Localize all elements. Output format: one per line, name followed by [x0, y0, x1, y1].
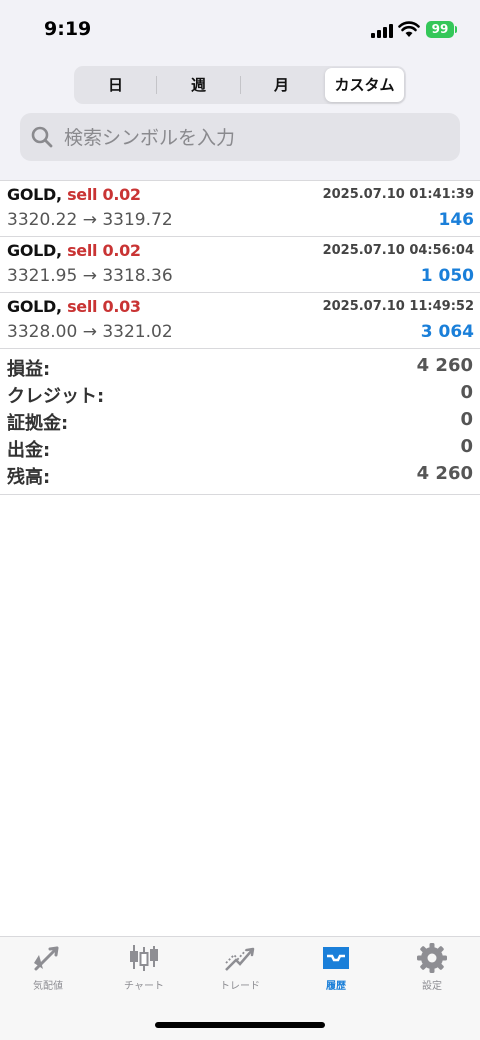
trade-profit: 3 064: [420, 322, 474, 342]
trade-title: GOLD, sell 0.02: [7, 241, 141, 260]
trade-profit: 1 050: [420, 266, 474, 286]
tab-label: チャート: [124, 981, 164, 992]
history-icon: [323, 947, 349, 969]
summary-label: 残高:: [7, 467, 51, 488]
search-icon: [31, 126, 53, 148]
summary-row-deposit: 証拠金: 0: [0, 406, 480, 434]
summary-value: 4 260: [416, 355, 473, 376]
trade-prices: 3320.22 → 3319.72: [7, 210, 173, 230]
trade-icon: [225, 947, 255, 971]
status-bar: 9:19 99: [0, 0, 480, 60]
tab-trade[interactable]: トレード: [192, 943, 288, 1003]
summary-row-credit: クレジット: 0: [0, 379, 480, 407]
battery-tip: [455, 26, 457, 33]
trade-title: GOLD, sell 0.03: [7, 297, 141, 316]
summary-label: 証拠金:: [7, 413, 69, 434]
tab-week[interactable]: 週: [159, 68, 238, 102]
summary-label: 損益:: [7, 359, 51, 380]
summary-value: 4 260: [416, 463, 473, 484]
summary-value: 0: [460, 436, 473, 457]
home-indicator: [155, 1022, 325, 1028]
summary-row-balance: 残高: 4 260: [0, 460, 480, 488]
quotes-icon: [34, 946, 59, 971]
summary-value: 0: [460, 409, 473, 430]
trade-side: sell 0.02: [67, 241, 141, 260]
tab-label: 気配値: [33, 981, 63, 992]
trade-row[interactable]: GOLD, sell 0.02 2025.07.10 04:56:04 3321…: [0, 237, 480, 293]
trade-datetime: 2025.07.10 04:56:04: [322, 243, 474, 258]
summary-label: クレジット:: [7, 386, 105, 407]
trade-prices: 3321.95 → 3318.36: [7, 266, 173, 286]
tab-history[interactable]: 履歴: [288, 943, 384, 1003]
search-bar: [20, 113, 460, 161]
tab-month[interactable]: 月: [242, 68, 321, 102]
top-area: 9:19 99 日 週 月 カスタム: [0, 0, 480, 180]
trade-datetime: 2025.07.10 01:41:39: [322, 187, 474, 202]
trade-title: GOLD, sell 0.02: [7, 185, 141, 204]
battery-icon: 99: [426, 21, 454, 38]
wifi-icon: [398, 21, 420, 37]
period-segmented-control: 日 週 月 カスタム: [74, 66, 406, 104]
segment-divider: [156, 76, 157, 94]
tab-day[interactable]: 日: [76, 68, 155, 102]
summary-row-withdrawal: 出金: 0: [0, 433, 480, 461]
trade-side: sell 0.02: [67, 185, 141, 204]
settings-icon: [417, 943, 447, 973]
trade-row[interactable]: GOLD, sell 0.03 2025.07.10 11:49:52 3328…: [0, 293, 480, 349]
chart-icon: [130, 945, 158, 971]
summary-value: 0: [460, 382, 473, 403]
trade-datetime: 2025.07.10 11:49:52: [322, 299, 474, 314]
tab-settings[interactable]: 設定: [384, 943, 480, 1003]
trade-row[interactable]: GOLD, sell 0.02 2025.07.10 01:41:39 3320…: [0, 181, 480, 237]
summary-row-profit: 損益: 4 260: [0, 352, 480, 380]
trade-history-list: GOLD, sell 0.02 2025.07.10 01:41:39 3320…: [0, 180, 480, 349]
trade-symbol: GOLD,: [7, 241, 62, 260]
tab-chart[interactable]: チャート: [96, 943, 192, 1003]
tab-label: トレード: [220, 981, 260, 992]
trade-symbol: GOLD,: [7, 297, 62, 316]
status-time: 9:19: [44, 18, 92, 40]
trade-symbol: GOLD,: [7, 185, 62, 204]
tab-label: 設定: [422, 981, 442, 992]
summary-label: 出金:: [7, 440, 51, 461]
account-summary: 損益: 4 260 クレジット: 0 証拠金: 0 出金: 0 残高: 4 260: [0, 352, 480, 495]
search-input[interactable]: [62, 122, 446, 154]
tab-label: 履歴: [326, 981, 346, 992]
trade-side: sell 0.03: [67, 297, 141, 316]
trade-profit: 146: [438, 210, 475, 230]
tab-quotes[interactable]: 気配値: [0, 943, 96, 1003]
cellular-signal-icon: [371, 22, 393, 38]
trade-prices: 3328.00 → 3321.02: [7, 322, 173, 342]
tab-custom[interactable]: カスタム: [325, 68, 404, 102]
segment-divider: [240, 76, 241, 94]
